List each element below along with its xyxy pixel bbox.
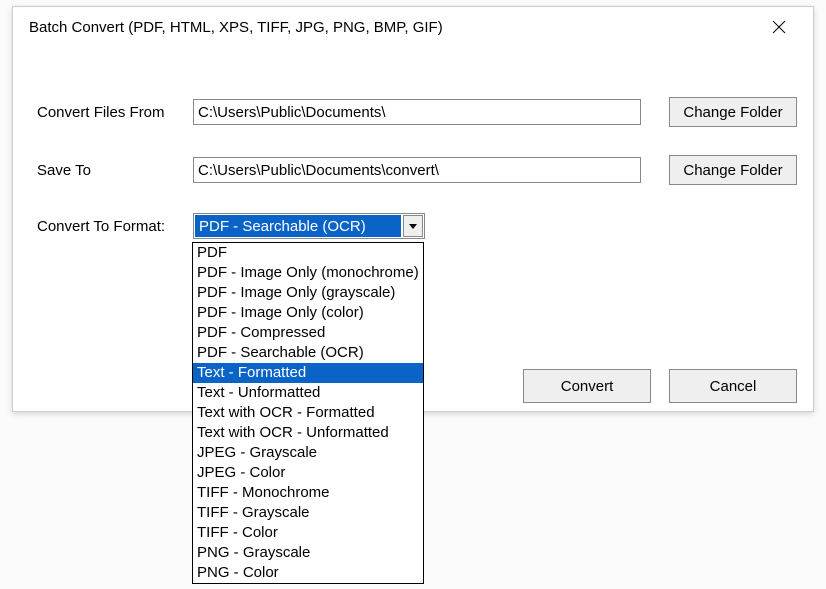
combobox-selected: PDF - Searchable (OCR) bbox=[195, 215, 401, 237]
format-option[interactable]: JPEG - Grayscale bbox=[193, 443, 423, 463]
format-option[interactable]: Text - Unformatted bbox=[193, 383, 423, 403]
cancel-button[interactable]: Cancel bbox=[669, 369, 797, 403]
window-title: Batch Convert (PDF, HTML, XPS, TIFF, JPG… bbox=[29, 19, 759, 36]
format-option[interactable]: PDF - Compressed bbox=[193, 323, 423, 343]
format-option[interactable]: PDF - Image Only (monochrome) bbox=[193, 263, 423, 283]
format-option[interactable]: Text with OCR - Formatted bbox=[193, 403, 423, 423]
format-option[interactable]: Text with OCR - Unformatted bbox=[193, 423, 423, 443]
format-option[interactable]: PNG - Color bbox=[193, 563, 423, 583]
format-option[interactable]: PDF - Searchable (OCR) bbox=[193, 343, 423, 363]
format-option[interactable]: TIFF - Grayscale bbox=[193, 503, 423, 523]
format-option[interactable]: PDF - Image Only (color) bbox=[193, 303, 423, 323]
input-from-path[interactable] bbox=[193, 99, 641, 125]
label-save-to: Save To bbox=[37, 162, 193, 179]
format-option[interactable]: Text - Formatted bbox=[193, 363, 423, 383]
input-save-path[interactable] bbox=[193, 157, 641, 183]
chevron-down-icon bbox=[409, 224, 417, 229]
format-option[interactable]: JPEG - Color bbox=[193, 463, 423, 483]
convert-button[interactable]: Convert bbox=[523, 369, 651, 403]
close-button[interactable] bbox=[759, 7, 799, 47]
combobox-arrow-button[interactable] bbox=[403, 215, 423, 237]
label-convert-format: Convert To Format: bbox=[37, 218, 193, 235]
change-folder-from-button[interactable]: Change Folder bbox=[669, 97, 797, 127]
format-option[interactable]: PDF - Image Only (grayscale) bbox=[193, 283, 423, 303]
format-option[interactable]: PDF bbox=[193, 243, 423, 263]
row-save-to: Save To Change Folder bbox=[37, 155, 797, 185]
row-convert-from: Convert Files From Change Folder bbox=[37, 97, 797, 127]
action-buttons: Convert Cancel bbox=[523, 369, 797, 403]
label-convert-from: Convert Files From bbox=[37, 104, 193, 121]
format-option[interactable]: PNG - Grayscale bbox=[193, 543, 423, 563]
format-combobox[interactable]: PDF - Searchable (OCR) bbox=[193, 213, 425, 239]
row-format: Convert To Format: PDF - Searchable (OCR… bbox=[37, 213, 797, 239]
close-icon bbox=[772, 20, 786, 34]
format-dropdown-list[interactable]: PDFPDF - Image Only (monochrome)PDF - Im… bbox=[192, 242, 424, 584]
format-option[interactable]: TIFF - Monochrome bbox=[193, 483, 423, 503]
titlebar: Batch Convert (PDF, HTML, XPS, TIFF, JPG… bbox=[13, 7, 813, 47]
format-option[interactable]: TIFF - Color bbox=[193, 523, 423, 543]
change-folder-save-button[interactable]: Change Folder bbox=[669, 155, 797, 185]
dialog-body: Convert Files From Change Folder Save To… bbox=[13, 47, 813, 239]
